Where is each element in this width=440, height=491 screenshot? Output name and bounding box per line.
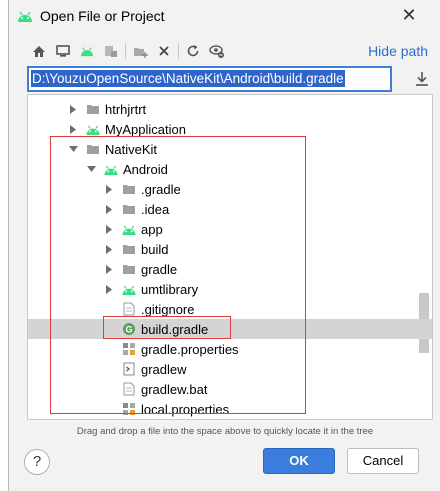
cancel-button[interactable]: Cancel [347, 448, 419, 474]
download-icon[interactable] [413, 70, 431, 88]
module-icon[interactable] [99, 40, 123, 62]
title-bar: Open File or Project ✕ [9, 0, 440, 32]
home-icon[interactable] [27, 40, 51, 62]
toolbar-separator [178, 43, 179, 59]
highlight-box-build-gradle [103, 316, 231, 339]
new-folder-icon[interactable] [128, 40, 152, 62]
dialog-title: Open File or Project [40, 8, 165, 24]
tree-row-label: MyApplication [105, 121, 186, 137]
hide-path-link[interactable]: Hide path [368, 43, 428, 59]
path-row: D:\YouzuOpenSource\NativeKit\Android\bui… [27, 66, 433, 92]
desktop-icon[interactable] [51, 40, 75, 62]
project-icon[interactable] [75, 40, 99, 62]
tree-row[interactable]: htrhjrtrt [28, 99, 432, 119]
chevron-right-icon[interactable] [68, 103, 78, 115]
refresh-icon[interactable] [181, 40, 205, 62]
path-input-value: D:\YouzuOpenSource\NativeKit\Android\bui… [31, 70, 345, 87]
close-icon[interactable]: ✕ [399, 5, 419, 25]
drag-drop-hint: Drag and drop a file into the space abov… [76, 426, 374, 437]
folder-icon [84, 102, 102, 116]
open-file-dialog: Open File or Project ✕ Hide path D:\Youz… [8, 0, 440, 491]
help-button[interactable]: ? [24, 449, 50, 475]
toolbar-separator [125, 43, 126, 59]
tree-row-label: htrhjrtrt [105, 101, 147, 117]
ok-button[interactable]: OK [263, 448, 335, 474]
android-studio-icon [18, 11, 32, 22]
show-hidden-icon[interactable] [205, 40, 229, 62]
chevron-right-icon[interactable] [68, 123, 78, 135]
toolbar [27, 40, 229, 62]
delete-icon[interactable] [152, 40, 176, 62]
path-input[interactable]: D:\YouzuOpenSource\NativeKit\Android\bui… [27, 66, 392, 92]
highlight-box-nativekit [50, 136, 306, 414]
android-module-icon [84, 122, 102, 136]
